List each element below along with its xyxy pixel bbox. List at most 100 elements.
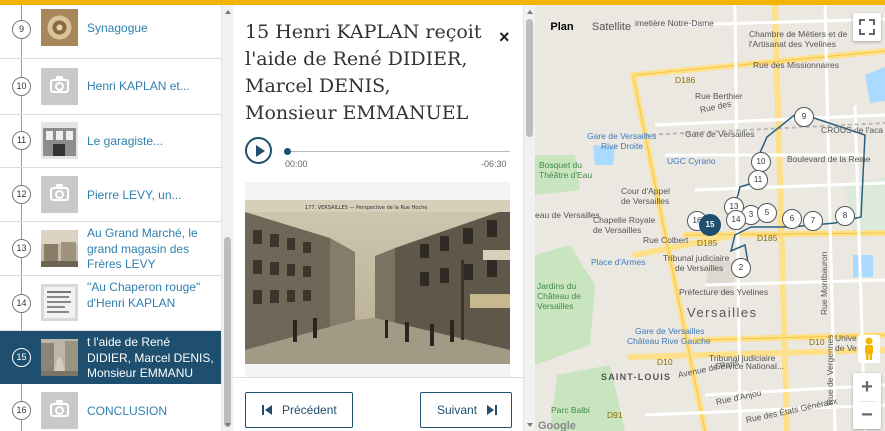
zoom-in-button[interactable]: + bbox=[853, 373, 881, 401]
map-marker[interactable]: 6 bbox=[782, 209, 802, 229]
list-item-label: "Au Chaperon rouge" d'Henri KAPLAN bbox=[87, 280, 201, 310]
map-label: Rue Berthier bbox=[695, 91, 743, 101]
audio-progress-handle[interactable] bbox=[284, 148, 291, 155]
next-button[interactable]: Suivant bbox=[420, 392, 512, 428]
list-item-number: 9 bbox=[12, 20, 31, 39]
zoom-out-button[interactable]: − bbox=[853, 401, 881, 429]
google-logo: Google bbox=[538, 420, 576, 431]
list-item-14[interactable]: 14 "Au Chaperon rouge" d'Henri KAPLAN bbox=[0, 276, 221, 331]
scrollbar-thumb[interactable] bbox=[224, 237, 231, 427]
close-icon[interactable]: × bbox=[499, 27, 510, 48]
camera-placeholder-icon bbox=[41, 392, 78, 429]
detail-navigation: Précédent Suivant bbox=[233, 377, 523, 431]
list-item-13[interactable]: 13 Au Grand Marché, le grand magasin des… bbox=[0, 222, 221, 276]
map-label: de Ve bbox=[835, 343, 857, 353]
map-label: de Versailles bbox=[593, 225, 642, 235]
list-item-16[interactable]: 16 CONCLUSION bbox=[0, 384, 221, 431]
map-label: de Versailles bbox=[621, 196, 670, 206]
list-item-9[interactable]: 9 Synagogue bbox=[0, 5, 221, 59]
scrollbar-thumb[interactable] bbox=[526, 19, 533, 137]
market-photo-icon bbox=[41, 230, 78, 267]
map-label: Versailles bbox=[537, 301, 574, 311]
map-label-city: Versailles bbox=[687, 305, 758, 320]
play-button[interactable] bbox=[245, 137, 272, 164]
map-label: Rue Montbauron bbox=[819, 251, 829, 315]
list-item-number: 14 bbox=[12, 294, 31, 313]
map-marker[interactable]: 7 bbox=[803, 211, 823, 231]
map-label: Théâtre d'Eau bbox=[539, 170, 593, 180]
map-type-satellite-button[interactable]: Satellite bbox=[583, 13, 639, 41]
stop-detail-panel: 15 Henri KAPLAN reçoit l'aide de René DI… bbox=[233, 5, 523, 431]
list-item-number: 12 bbox=[12, 185, 31, 204]
next-icon bbox=[487, 405, 497, 415]
list-item-15-active[interactable]: 15 t l'aide de René DIDIER, Marcel DENIS… bbox=[0, 331, 221, 384]
list-item-thumbnail bbox=[41, 339, 78, 376]
scroll-up-arrow-icon[interactable] bbox=[225, 10, 231, 14]
list-item-number: 13 bbox=[12, 239, 31, 258]
list-item-number: 16 bbox=[12, 401, 31, 420]
road-badge: D91 bbox=[607, 410, 623, 420]
stops-list[interactable]: 9 Synagogue 10 Henri KAPLAN et... 11 Le … bbox=[0, 5, 221, 431]
scroll-up-arrow-icon[interactable] bbox=[527, 10, 533, 14]
map-marker[interactable]: 11 bbox=[748, 170, 768, 190]
map-label: Préfecture des Yvelines bbox=[679, 287, 769, 297]
map-marker-active[interactable]: 15 bbox=[699, 214, 721, 236]
scroll-down-arrow-icon[interactable] bbox=[527, 423, 533, 427]
map-marker[interactable]: 2 bbox=[731, 258, 751, 278]
synagogue-photo-icon bbox=[41, 9, 78, 46]
map-label: Unive bbox=[835, 333, 857, 343]
list-item-10[interactable]: 10 Henri KAPLAN et... bbox=[0, 59, 221, 115]
audio-progress-track[interactable] bbox=[285, 151, 510, 152]
map-label: Boulevard de la Reine bbox=[787, 154, 871, 164]
audio-current-time: 00:00 bbox=[285, 159, 308, 169]
map-marker[interactable]: 5 bbox=[757, 203, 777, 223]
street-photo-icon bbox=[41, 339, 78, 376]
camera-placeholder-icon bbox=[41, 176, 78, 213]
map-marker[interactable]: 8 bbox=[835, 206, 855, 226]
list-item-number: 10 bbox=[12, 77, 31, 96]
map-label: imetière Notre-Dame bbox=[635, 18, 714, 28]
map-label: de Versailles bbox=[675, 263, 724, 273]
map-view[interactable]: Plan Satellite imetière Notre-Dame Chamb… bbox=[535, 5, 885, 431]
previous-label: Précédent bbox=[282, 403, 337, 417]
map-marker[interactable]: 10 bbox=[751, 152, 771, 172]
historic-postcard-photo: 177. VERSAILLES — Perspective de la Rue … bbox=[245, 200, 510, 364]
stop-photo-frame: 177. VERSAILLES — Perspective de la Rue … bbox=[245, 182, 510, 378]
fullscreen-button[interactable] bbox=[853, 13, 881, 41]
list-item-12[interactable]: 12 Pierre LEVY, un... bbox=[0, 168, 221, 222]
map-marker[interactable]: 9 bbox=[794, 107, 814, 127]
map-label: Rue des Missionnaires bbox=[753, 60, 839, 70]
map-label: Chambre de Métiers et de bbox=[749, 29, 848, 39]
list-item-11[interactable]: 11 Le garagiste... bbox=[0, 115, 221, 168]
list-item-label: Le garagiste... bbox=[87, 134, 164, 148]
street-view-pegman-icon[interactable] bbox=[858, 335, 880, 363]
list-item-label: CONCLUSION bbox=[87, 404, 168, 418]
previous-button[interactable]: Précédent bbox=[245, 392, 353, 428]
garage-photo-icon bbox=[41, 122, 78, 159]
list-item-label: t l'aide de René DIDIER, Marcel DENIS, M… bbox=[87, 335, 214, 380]
stop-title: 15 Henri KAPLAN reçoit l'aide de René DI… bbox=[245, 21, 482, 124]
map-label: Gare de Versailles bbox=[635, 326, 705, 336]
list-scrollbar[interactable] bbox=[221, 5, 233, 431]
scroll-down-arrow-icon[interactable] bbox=[225, 423, 231, 427]
road-badge: D10 bbox=[809, 337, 825, 347]
postcard-caption: 177. VERSAILLES — Perspective de la Rue … bbox=[305, 205, 427, 211]
map-label: Rue de Vergennes bbox=[825, 334, 835, 405]
previous-icon bbox=[262, 405, 272, 415]
map-label: Château Rive Gauche bbox=[627, 336, 711, 346]
list-item-thumbnail bbox=[41, 122, 78, 159]
document-photo-icon bbox=[41, 284, 78, 321]
map-type-plan-button[interactable]: Plan bbox=[541, 13, 583, 41]
detail-scrollbar[interactable] bbox=[523, 5, 535, 431]
list-item-label: Synagogue bbox=[87, 21, 148, 35]
list-item-label: Au Grand Marché, le grand magasin des Fr… bbox=[87, 226, 198, 271]
list-item-label: Henri KAPLAN et... bbox=[87, 79, 190, 93]
map-marker[interactable]: 14 bbox=[726, 210, 746, 230]
map-label: Place d'Armes bbox=[591, 257, 646, 267]
road-badge: D10 bbox=[657, 357, 673, 367]
map-label: Tribunal judiciaire bbox=[663, 253, 730, 263]
road-badge: D185 bbox=[697, 238, 718, 248]
map-label: Château de bbox=[537, 291, 581, 301]
map-label: Parc Balbi bbox=[551, 405, 590, 415]
next-label: Suivant bbox=[437, 403, 478, 417]
